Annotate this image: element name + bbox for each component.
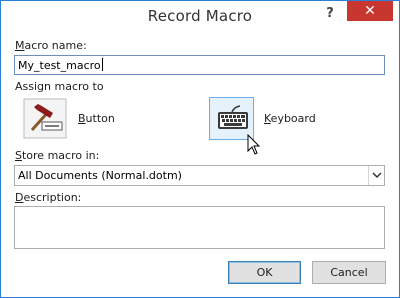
help-button[interactable]: ?: [322, 5, 338, 23]
store-macro-value: All Documents (Normal.dotm): [18, 169, 182, 182]
text-caret: [101, 58, 103, 71]
store-macro-label: Store macro in:: [15, 149, 100, 162]
dialog-title: Record Macro: [147, 7, 253, 25]
dropdown-arrow[interactable]: [368, 166, 384, 185]
record-macro-dialog: Record Macro ? ✕ Macro name: My_test_mac…: [0, 0, 400, 298]
mouse-cursor-icon: [247, 133, 261, 159]
cancel-button[interactable]: Cancel: [312, 261, 386, 284]
button-option-label: Button: [78, 112, 115, 125]
keyboard-option-label: Keyboard: [264, 112, 316, 125]
store-macro-select[interactable]: All Documents (Normal.dotm): [14, 165, 385, 186]
ok-button[interactable]: OK: [228, 261, 301, 284]
close-button[interactable]: ✕: [347, 1, 393, 21]
chevron-down-icon: [372, 172, 382, 179]
macro-name-label: Macro name:: [15, 39, 87, 52]
close-icon: ✕: [364, 3, 376, 19]
assign-to-button[interactable]: [23, 98, 67, 139]
description-input[interactable]: [14, 206, 385, 249]
title-bar[interactable]: Record Macro ? ✕: [1, 1, 399, 32]
description-label: Description:: [15, 191, 82, 204]
hammer-button-icon: [23, 98, 67, 139]
macro-name-input[interactable]: My_test_macro: [14, 55, 385, 75]
assign-macro-label: Assign macro to: [15, 80, 104, 93]
macro-name-value: My_test_macro: [18, 59, 101, 72]
